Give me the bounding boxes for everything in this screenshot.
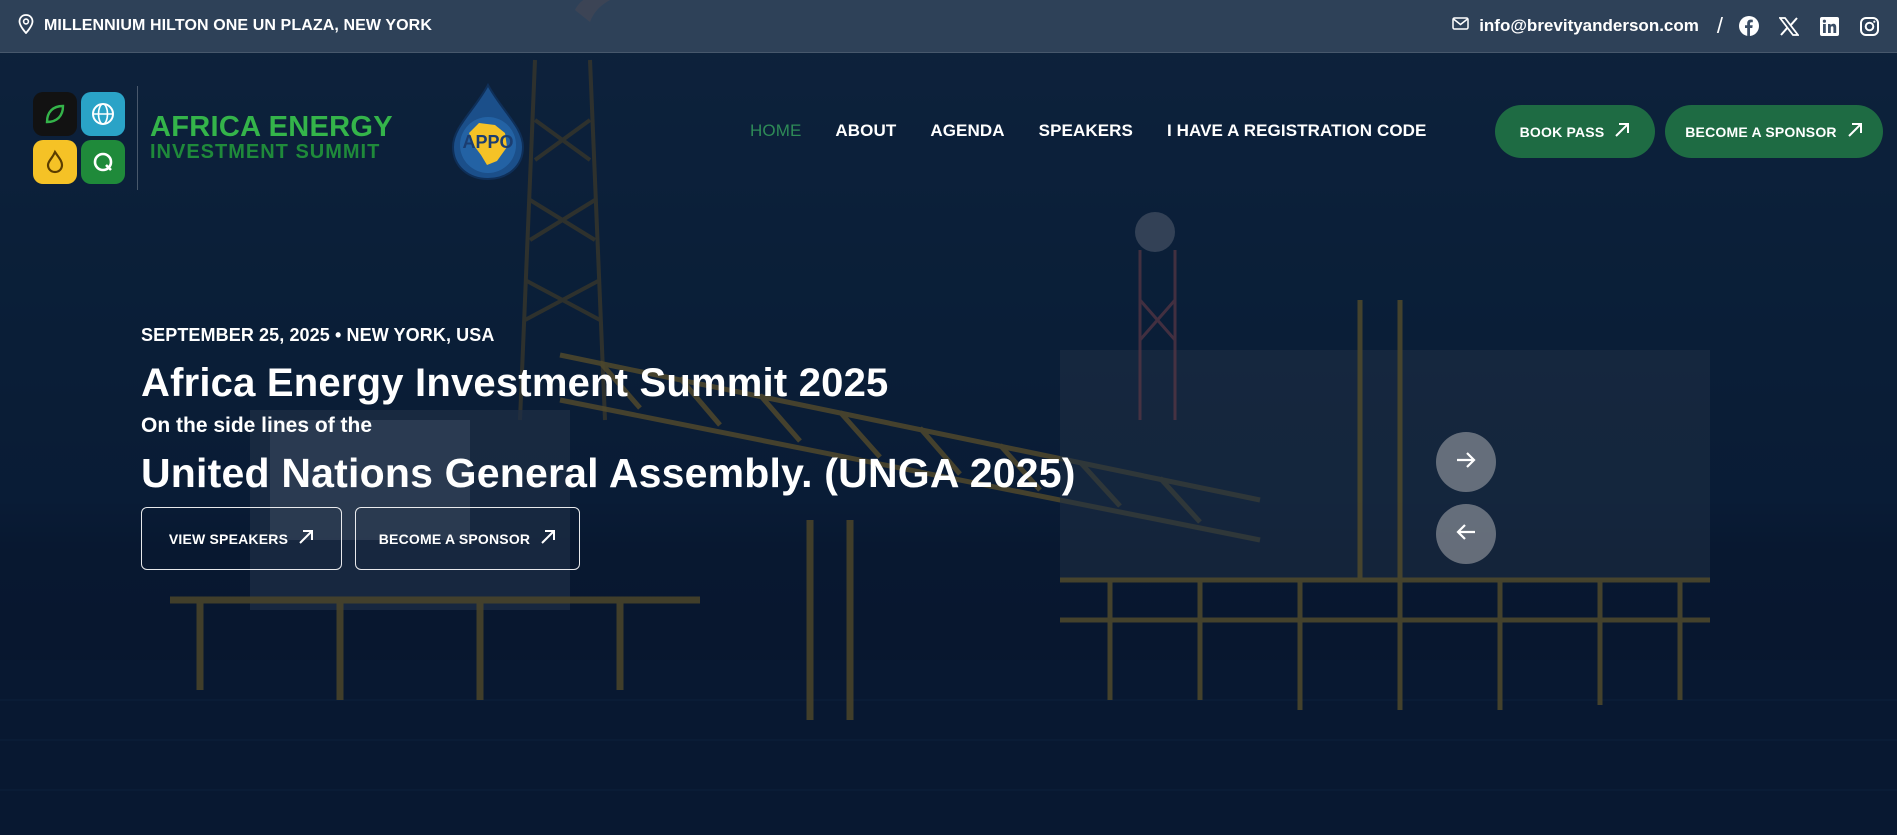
nav-agenda[interactable]: AGENDA: [930, 121, 1004, 141]
contact-social: info@brevityanderson.com /: [1452, 13, 1879, 39]
become-sponsor-label: BECOME A SPONSOR: [1685, 123, 1837, 140]
site-header: AFRICA ENERGY INVESTMENT SUMMIT APPO HOM…: [0, 53, 1897, 213]
logo-line-1: AFRICA ENERGY: [150, 111, 393, 143]
flame-icon: [33, 140, 77, 184]
drop-icon: [81, 140, 125, 184]
view-speakers-label: VIEW SPEAKERS: [168, 530, 289, 547]
arrow-right-icon: [1456, 451, 1476, 473]
venue-text: MILLENNIUM HILTON ONE UN PLAZA, NEW YORK: [44, 17, 432, 34]
appo-logo: APPO: [447, 81, 529, 181]
logo-wordmark: AFRICA ENERGY INVESTMENT SUMMIT: [150, 111, 393, 164]
hero-become-sponsor-button[interactable]: BECOME A SPONSOR: [355, 507, 580, 570]
hero-title: Africa Energy Investment Summit 2025: [141, 361, 889, 405]
arrow-up-right-icon: [1847, 122, 1863, 141]
instagram-icon[interactable]: [1859, 16, 1879, 36]
leaf-icon: [33, 92, 77, 136]
mail-icon: [1452, 17, 1469, 35]
slider-prev-button[interactable]: [1436, 504, 1496, 564]
hero-become-sponsor-label: BECOME A SPONSOR: [378, 530, 531, 547]
nav-registration-code[interactable]: I HAVE A REGISTRATION CODE: [1167, 121, 1427, 141]
book-pass-button[interactable]: BOOK PASS: [1495, 105, 1655, 158]
main-navigation: HOME ABOUT AGENDA SPEAKERS I HAVE A REGI…: [750, 121, 1426, 141]
book-pass-label: BOOK PASS: [1519, 123, 1605, 140]
become-sponsor-button[interactable]: BECOME A SPONSOR: [1665, 105, 1883, 158]
nav-about[interactable]: ABOUT: [835, 121, 896, 141]
social-links: [1739, 16, 1879, 36]
site-logo[interactable]: AFRICA ENERGY INVESTMENT SUMMIT: [33, 83, 393, 193]
hero-title-secondary: United Nations General Assembly. (UNGA 2…: [141, 450, 1076, 496]
hero-content: SEPTEMBER 25, 2025 • NEW YORK, USA Afric…: [141, 325, 1341, 570]
nav-home[interactable]: HOME: [750, 121, 801, 141]
x-icon[interactable]: [1779, 16, 1799, 36]
separator: /: [1716, 13, 1723, 38]
arrow-up-right-icon: [298, 529, 314, 548]
globe-icon: [81, 92, 125, 136]
logo-divider: [137, 86, 138, 190]
email-link[interactable]: info@brevityanderson.com: [1479, 16, 1699, 36]
venue-info: MILLENNIUM HILTON ONE UN PLAZA, NEW YORK: [18, 13, 432, 39]
hero-subtitle: On the side lines of the: [141, 414, 373, 437]
location-pin-icon: [18, 13, 34, 39]
facebook-icon[interactable]: [1739, 16, 1759, 36]
slider-next-button[interactable]: [1436, 432, 1496, 492]
hero-buttons: VIEW SPEAKERS BECOME A SPONSOR: [141, 507, 1341, 570]
arrow-up-right-icon: [540, 529, 556, 548]
logo-line-2: INVESTMENT SUMMIT: [150, 141, 381, 163]
view-speakers-button[interactable]: VIEW SPEAKERS: [141, 507, 342, 570]
top-bar: MILLENNIUM HILTON ONE UN PLAZA, NEW YORK…: [0, 0, 1897, 53]
event-date-location: SEPTEMBER 25, 2025 • NEW YORK, USA: [141, 325, 495, 345]
arrow-left-icon: [1456, 523, 1476, 545]
arrow-up-right-icon: [1614, 122, 1630, 141]
logo-mark: [33, 92, 125, 184]
nav-speakers[interactable]: SPEAKERS: [1039, 121, 1133, 141]
linkedin-icon[interactable]: [1819, 16, 1839, 36]
svg-text:APPO: APPO: [462, 132, 513, 152]
